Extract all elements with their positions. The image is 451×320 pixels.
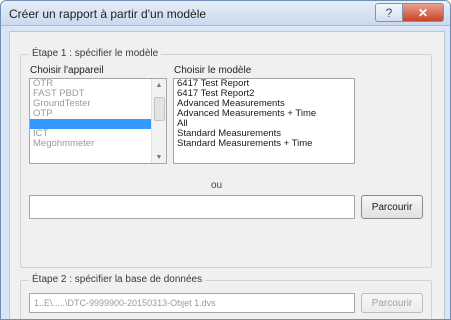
- step1-group: Étape 1 : spécifier le modèle Choisir l'…: [20, 48, 432, 268]
- title-buttons: ? ✕: [375, 3, 444, 22]
- model-list: 6417 Test Report 6417 Test Report2 Advance…: [174, 79, 354, 149]
- model-list-item[interactable]: Advanced Measurements + Time: [174, 109, 354, 119]
- device-list-item[interactable]: [30, 119, 166, 129]
- step2-title: Étape 2 : spécifier la base de données: [29, 274, 206, 285]
- close-icon: ✕: [417, 5, 429, 20]
- model-list-item[interactable]: Standard Measurements + Time: [174, 139, 354, 149]
- step2-group: Étape 2 : spécifier la base de données 1…: [20, 274, 432, 319]
- or-label: ou: [211, 180, 223, 191]
- device-listbox[interactable]: OTR FAST PBDT GroundTester OTP ICT Megohmmete…: [29, 78, 167, 164]
- help-button[interactable]: ?: [375, 3, 403, 22]
- dialog-window: Créer un rapport à partir d'un modèle ? …: [0, 0, 451, 320]
- device-scrollbar[interactable]: ▲ ▼: [151, 79, 166, 163]
- browse-template-label: Parcourir: [371, 201, 413, 213]
- scroll-down-icon[interactable]: ▼: [152, 151, 166, 163]
- scroll-up-icon[interactable]: ▲: [152, 79, 166, 91]
- close-button[interactable]: ✕: [403, 3, 444, 22]
- browse-database-button[interactable]: Parcourir: [361, 293, 423, 313]
- device-label: Choisir l'appareil: [30, 65, 104, 76]
- help-icon: ?: [385, 5, 393, 20]
- device-list: OTR FAST PBDT GroundTester OTP ICT Megohmmete…: [30, 79, 166, 159]
- database-path-value: 1..E\.....\DTC-9999900-20150313-Objet 1.…: [34, 298, 216, 308]
- browse-template-button[interactable]: Parcourir: [361, 195, 423, 219]
- model-listbox[interactable]: 6417 Test Report 6417 Test Report2 Advance…: [173, 78, 355, 164]
- dialog-client-area: Étape 1 : spécifier le modèle Choisir l'…: [9, 31, 445, 319]
- device-list-item[interactable]: [30, 149, 166, 159]
- title-bar[interactable]: Créer un rapport à partir d'un modèle ? …: [1, 1, 450, 26]
- step1-title: Étape 1 : spécifier le modèle: [29, 48, 162, 59]
- device-list-item[interactable]: OTP: [30, 109, 166, 119]
- window-title: Créer un rapport à partir d'un modèle: [9, 7, 207, 21]
- browse-database-label: Parcourir: [371, 297, 413, 309]
- model-label: Choisir le modèle: [174, 65, 252, 76]
- database-path-field[interactable]: 1..E\.....\DTC-9999900-20150313-Objet 1.…: [29, 293, 355, 313]
- template-path-field[interactable]: [29, 195, 355, 219]
- device-list-item[interactable]: Megohmmeter: [30, 139, 166, 149]
- scroll-thumb[interactable]: [154, 97, 165, 121]
